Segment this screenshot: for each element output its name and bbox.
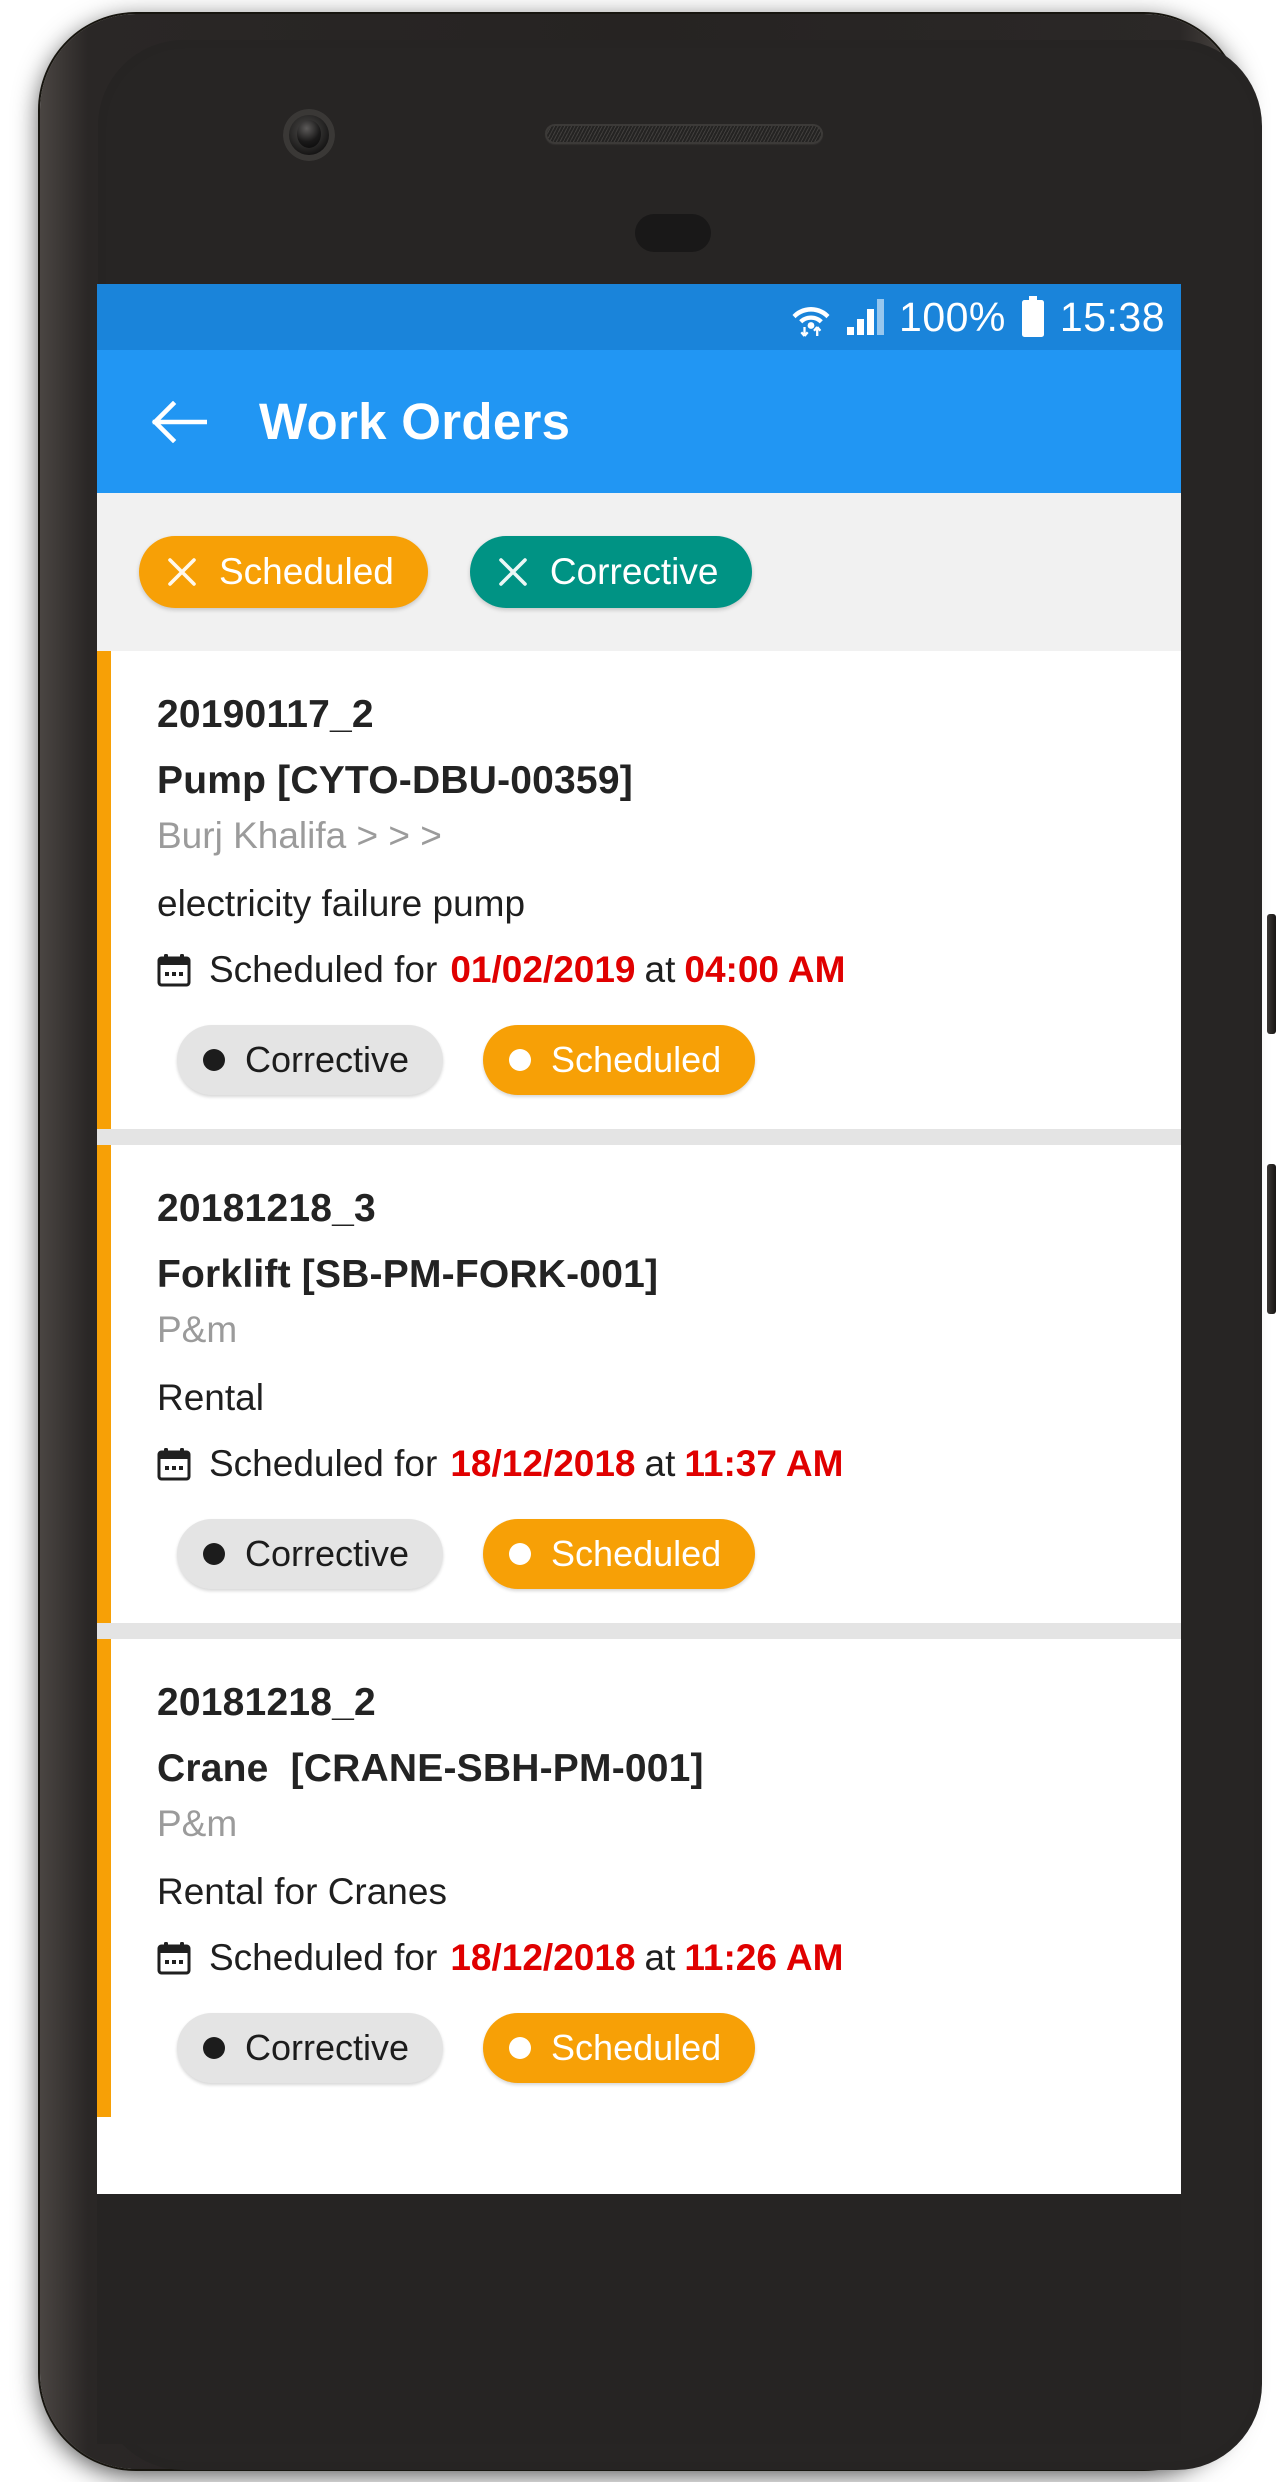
work-order-badges: Corrective Scheduled <box>157 1519 1181 1589</box>
badge-label: Scheduled <box>551 2027 722 2068</box>
filter-chip-label: Scheduled <box>219 551 394 592</box>
work-order-asset: Crane [CRANE-SBH-PM-001] <box>157 1747 704 1790</box>
work-order-description: Rental for Cranes <box>157 1871 447 1912</box>
proximity-sensor-icon <box>635 214 711 252</box>
power-button[interactable] <box>1267 1164 1276 1314</box>
schedule-label: Scheduled for <box>209 1937 438 1978</box>
badge-dot-icon <box>203 1543 225 1565</box>
calendar-icon <box>157 1941 191 1975</box>
schedule-time: 11:37 AM <box>684 1443 844 1484</box>
work-order-location: P&m <box>157 1803 238 1844</box>
status-badge-corrective[interactable]: Corrective <box>177 1519 444 1589</box>
work-order-schedule: Scheduled for 18/12/2018 at 11:37 AM <box>157 1443 1181 1485</box>
volume-button[interactable] <box>1267 914 1276 1034</box>
work-order-card[interactable]: 20190117_2 Pump [CYTO-DBU-00359] Burj Kh… <box>97 651 1181 1129</box>
status-bar-clock: 15:38 <box>1059 293 1165 340</box>
work-order-location: P&m <box>157 1309 238 1350</box>
badge-label: Scheduled <box>551 1533 722 1574</box>
work-order-list[interactable]: 20190117_2 Pump [CYTO-DBU-00359] Burj Kh… <box>97 651 1181 2117</box>
badge-dot-icon <box>509 2037 532 2059</box>
schedule-time: 04:00 AM <box>684 949 846 990</box>
badge-label: Corrective <box>245 1039 410 1080</box>
app-bar: Work Orders <box>97 350 1181 493</box>
earpiece-speaker-icon <box>545 124 823 144</box>
work-order-schedule: Scheduled for 01/02/2019 at 04:00 AM <box>157 949 1181 991</box>
close-x-icon[interactable] <box>165 555 199 589</box>
back-arrow-icon <box>151 400 207 443</box>
work-order-description: electricity failure pump <box>157 883 526 924</box>
status-badge-scheduled[interactable]: Scheduled <box>483 1025 756 1095</box>
status-badge-corrective[interactable]: Corrective <box>177 2013 444 2083</box>
work-order-asset: Pump [CYTO-DBU-00359] <box>157 759 633 802</box>
status-badge-scheduled[interactable]: Scheduled <box>483 1519 756 1589</box>
status-badge-corrective[interactable]: Corrective <box>177 1025 444 1095</box>
back-button[interactable] <box>141 384 217 460</box>
work-order-code: 20181218_2 <box>157 1681 376 1724</box>
calendar-icon <box>157 1447 191 1481</box>
calendar-icon <box>157 953 191 987</box>
schedule-label: Scheduled for <box>209 949 438 990</box>
badge-dot-icon <box>203 1049 225 1071</box>
badge-label: Corrective <box>245 1533 410 1574</box>
badge-label: Corrective <box>245 2027 410 2068</box>
schedule-date: 01/02/2019 <box>450 949 636 990</box>
badge-dot-icon <box>509 1543 532 1565</box>
filter-chip-corrective[interactable]: Corrective <box>469 536 753 608</box>
work-order-card[interactable]: 20181218_3 Forklift [SB-PM-FORK-001] P&m… <box>97 1145 1181 1623</box>
badge-label: Scheduled <box>551 1039 722 1080</box>
work-order-location: Burj Khalifa > > > <box>157 815 442 856</box>
work-order-code: 20190117_2 <box>157 693 374 736</box>
work-order-schedule: Scheduled for 18/12/2018 at 11:26 AM <box>157 1937 1181 1979</box>
phone-bottom-chin <box>97 2194 1181 2444</box>
work-order-card[interactable]: 20181218_2 Crane [CRANE-SBH-PM-001] P&m … <box>97 1639 1181 2117</box>
work-order-badges: Corrective Scheduled <box>157 2013 1181 2083</box>
cellular-signal-icon <box>845 297 885 337</box>
status-bar: 100% 15:38 <box>97 284 1181 350</box>
wifi-icon <box>791 296 831 338</box>
badge-dot-icon <box>203 2037 225 2059</box>
filter-chip-bar: Scheduled Corrective <box>97 493 1181 651</box>
work-order-asset: Forklift [SB-PM-FORK-001] <box>157 1253 659 1296</box>
schedule-label: Scheduled for <box>209 1443 438 1484</box>
work-order-description: Rental <box>157 1377 264 1418</box>
work-order-badges: Corrective Scheduled <box>157 1025 1181 1095</box>
battery-full-icon <box>1020 296 1046 338</box>
filter-chip-scheduled[interactable]: Scheduled <box>139 536 428 608</box>
page-title: Work Orders <box>259 393 571 450</box>
schedule-at-label: at <box>644 1443 676 1484</box>
work-order-code: 20181218_3 <box>157 1187 376 1230</box>
schedule-at-label: at <box>644 949 676 990</box>
status-badge-scheduled[interactable]: Scheduled <box>483 2013 756 2083</box>
battery-percent-label: 100% <box>899 293 1006 340</box>
schedule-date: 18/12/2018 <box>450 1443 636 1484</box>
schedule-time: 11:26 AM <box>684 1937 844 1978</box>
schedule-at-label: at <box>644 1937 676 1978</box>
filter-chip-label: Corrective <box>549 551 719 592</box>
close-x-icon[interactable] <box>496 555 530 589</box>
front-camera-icon <box>283 109 335 161</box>
phone-screen: 100% 15:38 Work Orders Scheduled Correct… <box>97 284 1181 2194</box>
schedule-date: 18/12/2018 <box>450 1937 636 1978</box>
badge-dot-icon <box>509 1049 532 1071</box>
